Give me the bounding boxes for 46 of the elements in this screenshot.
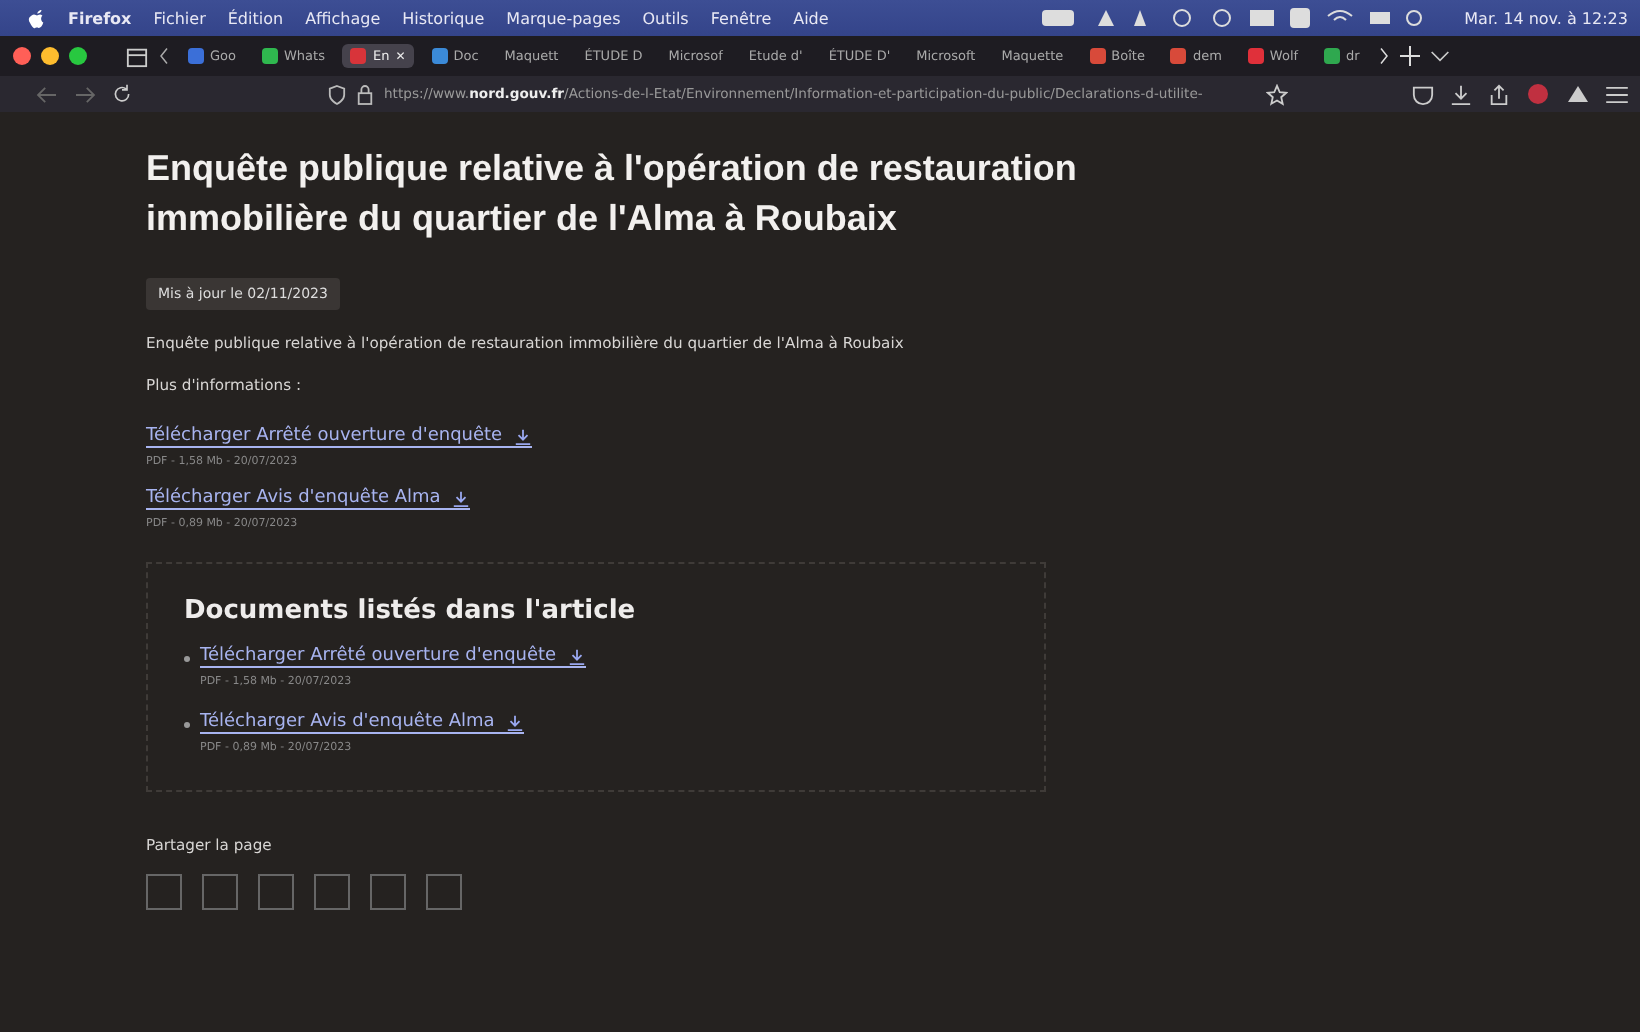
download-icon bbox=[452, 489, 471, 507]
shield-icon[interactable] bbox=[328, 83, 346, 105]
tab-list-icon[interactable] bbox=[126, 45, 148, 67]
page-title: Enquête publique relative à l'opération de restauration immobilière du quartier de l'Alma à Roubaix bbox=[146, 146, 1079, 242]
window-controls-drawing[interactable] bbox=[12, 46, 92, 66]
menu-icon[interactable] bbox=[1606, 85, 1628, 103]
lock-icon[interactable] bbox=[356, 83, 374, 105]
menu-item[interactable]: Historique bbox=[402, 9, 485, 27]
chevron-right-icon[interactable] bbox=[1377, 46, 1390, 66]
menu-item[interactable]: Aide bbox=[793, 9, 829, 27]
download-icon bbox=[514, 427, 533, 445]
share-button[interactable] bbox=[314, 874, 350, 910]
forward-icon[interactable] bbox=[74, 85, 96, 103]
back-icon[interactable] bbox=[36, 85, 58, 103]
star-icon[interactable] bbox=[1266, 83, 1288, 105]
section-heading: Documents listés dans l'article bbox=[184, 596, 638, 626]
reload-icon[interactable] bbox=[112, 84, 132, 104]
download-icon bbox=[506, 713, 525, 731]
bullet-icon bbox=[184, 656, 190, 662]
menu-item[interactable]: Affichage bbox=[305, 9, 381, 27]
download-link[interactable]: Télécharger Arrêté ouverture d'enquête bbox=[146, 426, 533, 448]
download-link[interactable]: Télécharger Avis d'enquête Alma bbox=[146, 488, 471, 510]
bullet-icon bbox=[184, 722, 190, 728]
share-button[interactable] bbox=[426, 874, 462, 910]
clock: Mar. 14 nov. à 12:23 bbox=[1464, 9, 1628, 27]
menu-item[interactable]: Fenêtre bbox=[710, 9, 772, 27]
download-icon[interactable] bbox=[1450, 83, 1472, 105]
share-button[interactable] bbox=[202, 874, 238, 910]
share-button[interactable] bbox=[370, 874, 406, 910]
download-icon bbox=[568, 647, 587, 665]
menu-item[interactable]: Outils bbox=[642, 9, 689, 27]
apple-logo-icon[interactable] bbox=[28, 7, 46, 29]
menu-item[interactable]: Fichier bbox=[153, 9, 206, 27]
menu-item[interactable]: Firefox bbox=[68, 9, 132, 27]
chevron-down-icon[interactable] bbox=[1429, 49, 1450, 63]
extension-icon[interactable] bbox=[1566, 82, 1590, 106]
new-tab-icon[interactable] bbox=[1399, 46, 1420, 66]
share-icon[interactable] bbox=[1488, 83, 1510, 105]
menu-item[interactable]: Édition bbox=[227, 9, 284, 27]
download-link[interactable]: Télécharger Avis d'enquête Alma bbox=[200, 712, 525, 734]
menu-item[interactable]: Marque-pages bbox=[506, 9, 621, 27]
share-button[interactable] bbox=[146, 874, 182, 910]
pocket-icon[interactable] bbox=[1412, 83, 1434, 105]
share-button[interactable] bbox=[258, 874, 294, 910]
download-link[interactable]: Télécharger Arrêté ouverture d'enquête bbox=[200, 646, 587, 668]
scroll-left-icon[interactable] bbox=[158, 46, 170, 66]
